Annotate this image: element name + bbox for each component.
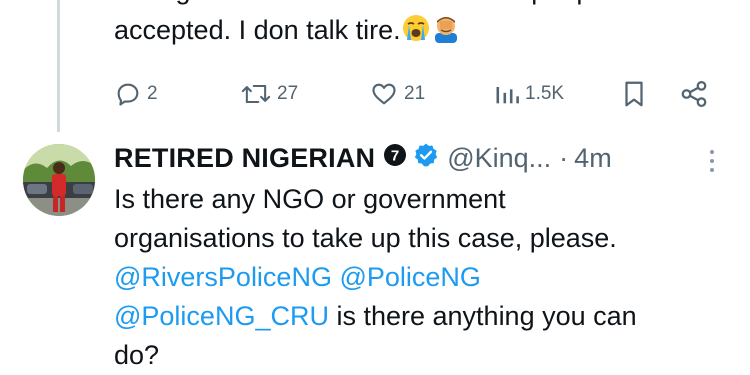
share-icon [679, 79, 709, 109]
reply-icon [114, 80, 142, 108]
reply-line-2: organisations to take up this case, plea… [114, 223, 617, 253]
author-name[interactable]: RETIRED NIGERIAN [114, 143, 375, 174]
reply-line-5: do? [114, 340, 160, 370]
repost-count: 27 [277, 83, 299, 104]
views-action[interactable]: 1.5K [494, 74, 564, 114]
previous-tweet-line-2: accepted. I don talk tire. [114, 10, 734, 54]
repost-icon [240, 80, 272, 108]
face-palm-emoji-icon [431, 13, 461, 54]
loudly-crying-face-emoji-icon [401, 13, 431, 54]
number-badge-icon: 7 [383, 143, 407, 174]
author-handle[interactable]: @Kinq... [447, 143, 551, 174]
tweet-action-bar: 2 27 21 1.5K [114, 74, 714, 114]
bookmark-button[interactable] [621, 74, 647, 114]
verified-badge-icon [413, 142, 439, 175]
previous-tweet-line-2-text: accepted. I don talk tire. [114, 15, 401, 45]
reply-action[interactable]: 2 [114, 74, 158, 114]
reply-line-4: @PoliceNG_CRU is there anything you can [114, 297, 744, 336]
reply-tweet-text: Is there any NGO or government organisat… [114, 180, 744, 375]
bookmark-icon [621, 79, 647, 109]
like-action[interactable]: 21 [369, 74, 425, 114]
share-button[interactable] [679, 74, 709, 114]
more-options-button[interactable] [706, 146, 718, 176]
mention-link[interactable]: @PoliceNG_CRU [114, 301, 329, 331]
reply-count: 2 [147, 83, 158, 104]
separator-dot: · [559, 142, 569, 173]
mention-link[interactable]: @RiversPoliceNG [114, 262, 332, 292]
more-vertical-icon [706, 150, 718, 180]
thread-connector-line [57, 0, 60, 132]
reply-line-4-text: is there anything you can [328, 301, 637, 331]
previous-tweet-line-1: to forget about the case and these peopl… [114, 0, 734, 10]
timestamp[interactable]: 4m [574, 143, 612, 174]
bar-chart-icon [494, 80, 520, 108]
reply-line-1: Is there any NGO or government [114, 184, 506, 214]
mention-link[interactable]: @PoliceNG [339, 262, 480, 292]
previous-tweet-text: to forget about the case and these peopl… [114, 0, 734, 54]
view-count: 1.5K [525, 83, 565, 104]
reply-line-3: @RiversPoliceNG @PoliceNG [114, 258, 744, 297]
avatar[interactable] [23, 144, 95, 216]
like-count: 21 [404, 83, 426, 104]
number-badge-text: 7 [391, 147, 399, 164]
repost-action[interactable]: 27 [240, 74, 298, 114]
heart-icon [369, 80, 399, 108]
reply-tweet-header: RETIRED NIGERIAN 7 @Kinq... · 4m [114, 138, 612, 178]
